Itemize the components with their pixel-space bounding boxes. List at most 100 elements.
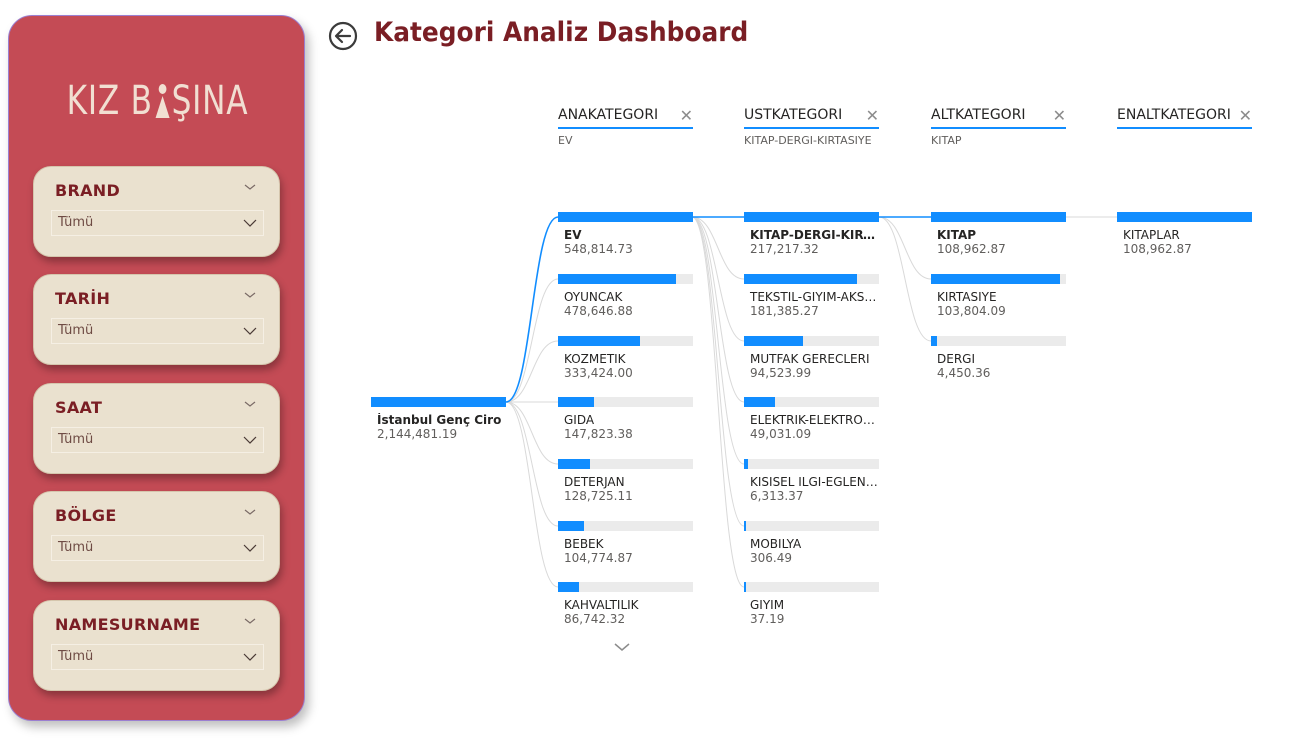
node-value: 4,450.36	[937, 366, 991, 380]
level-name: ALTKATEGORI	[931, 107, 1066, 129]
node-bar-fill	[558, 459, 590, 469]
tree-node-ust[interactable]: MUTFAK GERECLERI 94,523.99	[744, 336, 879, 380]
level-header-altkategori[interactable]: ALTKATEGORI ✕ KITAP	[931, 106, 1066, 147]
node-bar	[558, 397, 693, 407]
node-bar-fill	[1117, 212, 1252, 222]
tree-node-ust[interactable]: KISISEL ILGI-EGLENCE 6,313.37	[744, 459, 879, 503]
node-value: 49,031.09	[750, 427, 812, 441]
node-bar-fill	[744, 582, 747, 592]
tree-node-ust[interactable]: KITAP-DERGI-KIRTA... 217,217.32	[744, 212, 879, 256]
tree-node-ana[interactable]: EV 548,814.73	[558, 212, 693, 256]
node-bar	[558, 336, 693, 346]
node-value: 478,646.88	[564, 304, 633, 318]
node-bar	[558, 582, 693, 592]
scroll-more-chevron-icon[interactable]	[613, 641, 631, 653]
tree-node-ana[interactable]: GIDA 147,823.38	[558, 397, 693, 441]
node-bar	[744, 459, 879, 469]
node-label: KISISEL ILGI-EGLENCE	[750, 475, 879, 489]
close-icon[interactable]: ✕	[866, 106, 879, 125]
node-bar-fill	[931, 212, 1066, 222]
node-bar-fill	[558, 397, 595, 407]
node-label: KIRTASIYE	[937, 290, 997, 304]
close-icon[interactable]: ✕	[680, 106, 693, 125]
node-value: 333,424.00	[564, 366, 633, 380]
tree-node-ana[interactable]: BEBEK 104,774.87	[558, 521, 693, 565]
level-name: USTKATEGORI	[744, 107, 879, 129]
node-bar-fill	[744, 521, 747, 531]
node-value: 181,385.27	[750, 304, 819, 318]
node-bar	[558, 521, 693, 531]
connector-line	[878, 216, 932, 342]
tree-node-ust[interactable]: TEKSTIL-GIYIM-AKSES... 181,385.27	[744, 274, 879, 318]
node-bar-fill	[744, 274, 857, 284]
tree-node-ust[interactable]: ELEKTRIK-ELEKTRONIK 49,031.09	[744, 397, 879, 441]
level-name: ENALTKATEGORI	[1117, 107, 1252, 129]
node-bar	[558, 212, 693, 222]
node-value: 217,217.32	[750, 242, 819, 256]
tree-node-alt[interactable]: KIRTASIYE 103,804.09	[931, 274, 1066, 318]
node-bar	[558, 274, 693, 284]
node-bar	[931, 212, 1066, 222]
node-value: 104,774.87	[564, 551, 633, 565]
node-bar-fill	[744, 212, 879, 222]
node-bar-fill	[744, 397, 775, 407]
node-bar	[744, 397, 879, 407]
node-value: 306.49	[750, 551, 792, 565]
node-bar	[931, 336, 1066, 346]
tree-node-ana[interactable]: OYUNCAK 478,646.88	[558, 274, 693, 318]
close-icon[interactable]: ✕	[1053, 106, 1066, 125]
node-label: GIYIM	[750, 598, 785, 612]
node-label: BEBEK	[564, 537, 604, 551]
tree-node-ust[interactable]: GIYIM 37.19	[744, 582, 879, 626]
tree-node-root[interactable]: İstanbul Genç Ciro 2,144,481.19	[371, 397, 506, 441]
connector-line	[505, 278, 559, 403]
node-value: 2,144,481.19	[377, 427, 458, 441]
node-bar	[931, 274, 1066, 284]
node-label: KITAP	[937, 228, 977, 242]
connector-line	[505, 340, 559, 403]
tree-node-alt[interactable]: DERGI 4,450.36	[931, 336, 1066, 380]
node-bar-fill	[558, 582, 580, 592]
node-value: 86,742.32	[564, 612, 626, 626]
node-label: MOBILYA	[750, 537, 802, 551]
node-value: 108,962.87	[1123, 242, 1192, 256]
node-label: MUTFAK GERECLERI	[750, 352, 870, 366]
level-name: ANAKATEGORI	[558, 107, 693, 129]
node-bar	[744, 521, 879, 531]
level-selection: KITAP-DERGI-KIRTASIYE	[744, 134, 872, 147]
node-bar	[744, 274, 879, 284]
level-header-ustkategori[interactable]: USTKATEGORI ✕ KITAP-DERGI-KIRTASIYE	[744, 106, 879, 147]
close-icon[interactable]: ✕	[1239, 106, 1252, 125]
node-bar	[1117, 212, 1252, 222]
level-selection: EV	[558, 134, 573, 147]
node-label: DERGI	[937, 352, 975, 366]
tree-node-enalt[interactable]: KITAPLAR 108,962.87	[1117, 212, 1252, 256]
node-bar-fill	[744, 336, 803, 346]
connector-line	[505, 401, 559, 588]
tree-node-ana[interactable]: KOZMETIK 333,424.00	[558, 336, 693, 380]
connector-line	[505, 401, 559, 527]
node-value: 128,725.11	[564, 489, 633, 503]
node-bar-fill	[931, 336, 937, 346]
node-value: 6,313.37	[750, 489, 804, 503]
tree-node-alt[interactable]: KITAP 108,962.87	[931, 212, 1066, 256]
tree-node-ana[interactable]: KAHVALTILIK 86,742.32	[558, 582, 693, 626]
connector-line	[691, 216, 745, 342]
node-bar-fill	[558, 274, 676, 284]
node-value: 103,804.09	[937, 304, 1006, 318]
level-selection: KITAP	[931, 134, 962, 147]
level-header-anakategori[interactable]: ANAKATEGORI ✕ EV	[558, 106, 693, 147]
node-label: İstanbul Genç Ciro	[377, 413, 502, 427]
node-value: 147,823.38	[564, 427, 633, 441]
node-label: OYUNCAK	[564, 290, 623, 304]
tree-node-ana[interactable]: DETERJAN 128,725.11	[558, 459, 693, 503]
level-header-enaltkategori[interactable]: ENALTKATEGORI ✕	[1117, 106, 1252, 134]
node-label: ELEKTRIK-ELEKTRONIK	[750, 413, 879, 427]
connector-line	[691, 216, 745, 527]
node-label: KITAP-DERGI-KIRTA...	[750, 228, 879, 242]
node-bar-fill	[558, 521, 584, 531]
node-label: KOZMETIK	[564, 352, 626, 366]
tree-node-ust[interactable]: MOBILYA 306.49	[744, 521, 879, 565]
connector-line	[691, 216, 745, 588]
connector-line	[505, 401, 559, 465]
